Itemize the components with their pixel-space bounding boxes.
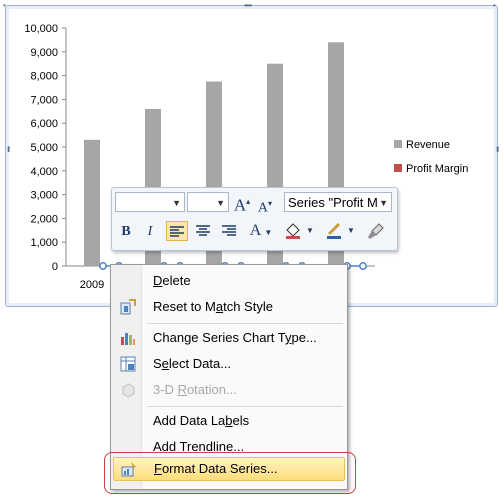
fill-color-button[interactable]: ▼ [282,221,316,241]
pen-outline-icon [327,222,342,239]
y-tick-label: 10,000 [24,23,58,35]
font-color-label: A [249,222,261,239]
menu-item-reset-to-match-style[interactable]: Reset to Match Style [113,296,345,318]
series-selector-combo[interactable]: Series "Profit M ▼ [284,192,392,212]
revenue-bar [84,139,100,266]
x-tick-label: 2009 [80,279,104,291]
shrink-font-label: A [257,200,269,216]
align-right-button[interactable] [218,221,240,241]
italic-button[interactable]: I [142,222,158,242]
reset-style-icon [120,299,136,315]
chevron-down-icon: ▼ [305,226,314,235]
chevron-down-icon: ▼ [379,198,388,208]
series-selector-value: Series "Profit M [288,195,378,210]
align-left-button[interactable] [166,221,188,241]
menu-item-add-data-labels[interactable]: Add Data Labels [113,410,345,432]
menu-item-label: Add Data Labels [153,413,250,428]
y-tick-label: 8,000 [30,71,58,83]
highlight-annotation [104,452,356,494]
y-tick-label: 3,000 [30,190,58,202]
brush-icon [368,223,384,239]
mini-toolbar: ▼ ▼ A▴ A▾ Series "Profit M ▼ B I A ▼ ▼ ▼ [111,187,398,251]
paint-bucket-icon [286,223,301,239]
y-tick-label: 5,000 [30,142,58,154]
menu-item-change-series-chart-type[interactable]: Change Series Chart Type... [113,327,345,349]
bold-label: B [121,224,131,239]
y-tick-label: 6,000 [30,118,58,130]
format-painter-button[interactable] [365,221,387,241]
menu-item-label: 3-D Rotation... [153,382,237,397]
menu-item-label: Select Data... [153,356,232,371]
chevron-down-icon: ▼ [216,198,225,208]
grow-font-button[interactable]: A▴ [233,192,251,215]
chevron-down-icon: ▼ [172,198,181,208]
font-color-button[interactable]: A ▼ [246,221,276,241]
legend-label: Revenue [406,139,450,151]
align-left-icon [170,226,184,237]
chart-type-icon [121,333,135,345]
bold-button[interactable]: B [117,222,135,242]
menu-item-label: Delete [153,273,191,288]
menu-item-label: Change Series Chart Type... [153,330,317,345]
chevron-down-icon: ▼ [346,226,355,235]
y-tick-label: 9,000 [30,47,58,59]
align-right-icon [222,225,236,236]
y-tick-label: 0 [52,261,58,273]
menu-item-select-data[interactable]: Select Data... [113,353,345,375]
menu-item-label: Reset to Match Style [153,299,273,314]
legend-swatch [394,164,402,172]
grow-font-label: A [233,195,247,215]
profit-margin-selection-handle [359,262,367,270]
menu-separator [147,323,343,324]
shrink-font-button[interactable]: A▾ [257,194,273,216]
font-name-combo[interactable]: ▼ [115,192,185,212]
y-tick-label: 4,000 [30,166,58,178]
legend-swatch [394,140,402,148]
outline-color-button[interactable]: ▼ [322,221,358,241]
select-data-icon [120,356,136,372]
profit-margin-selection-handle [99,262,107,270]
align-center-icon [196,225,210,236]
y-tick-label: 7,000 [30,94,58,106]
rotation-3d-icon [122,383,135,398]
menu-separator [147,406,343,407]
italic-label: I [147,224,153,239]
legend-label: Profit Margin [406,163,468,175]
chevron-down-icon: ▼ [264,228,273,237]
font-size-combo[interactable]: ▼ [187,192,229,212]
menu-item-delete[interactable]: Delete [113,270,345,292]
menu-item-3d-rotation[interactable]: 3-D Rotation... [113,379,345,401]
y-tick-label: 2,000 [30,213,58,225]
y-tick-label: 1,000 [30,237,58,249]
align-center-button[interactable] [192,221,214,241]
